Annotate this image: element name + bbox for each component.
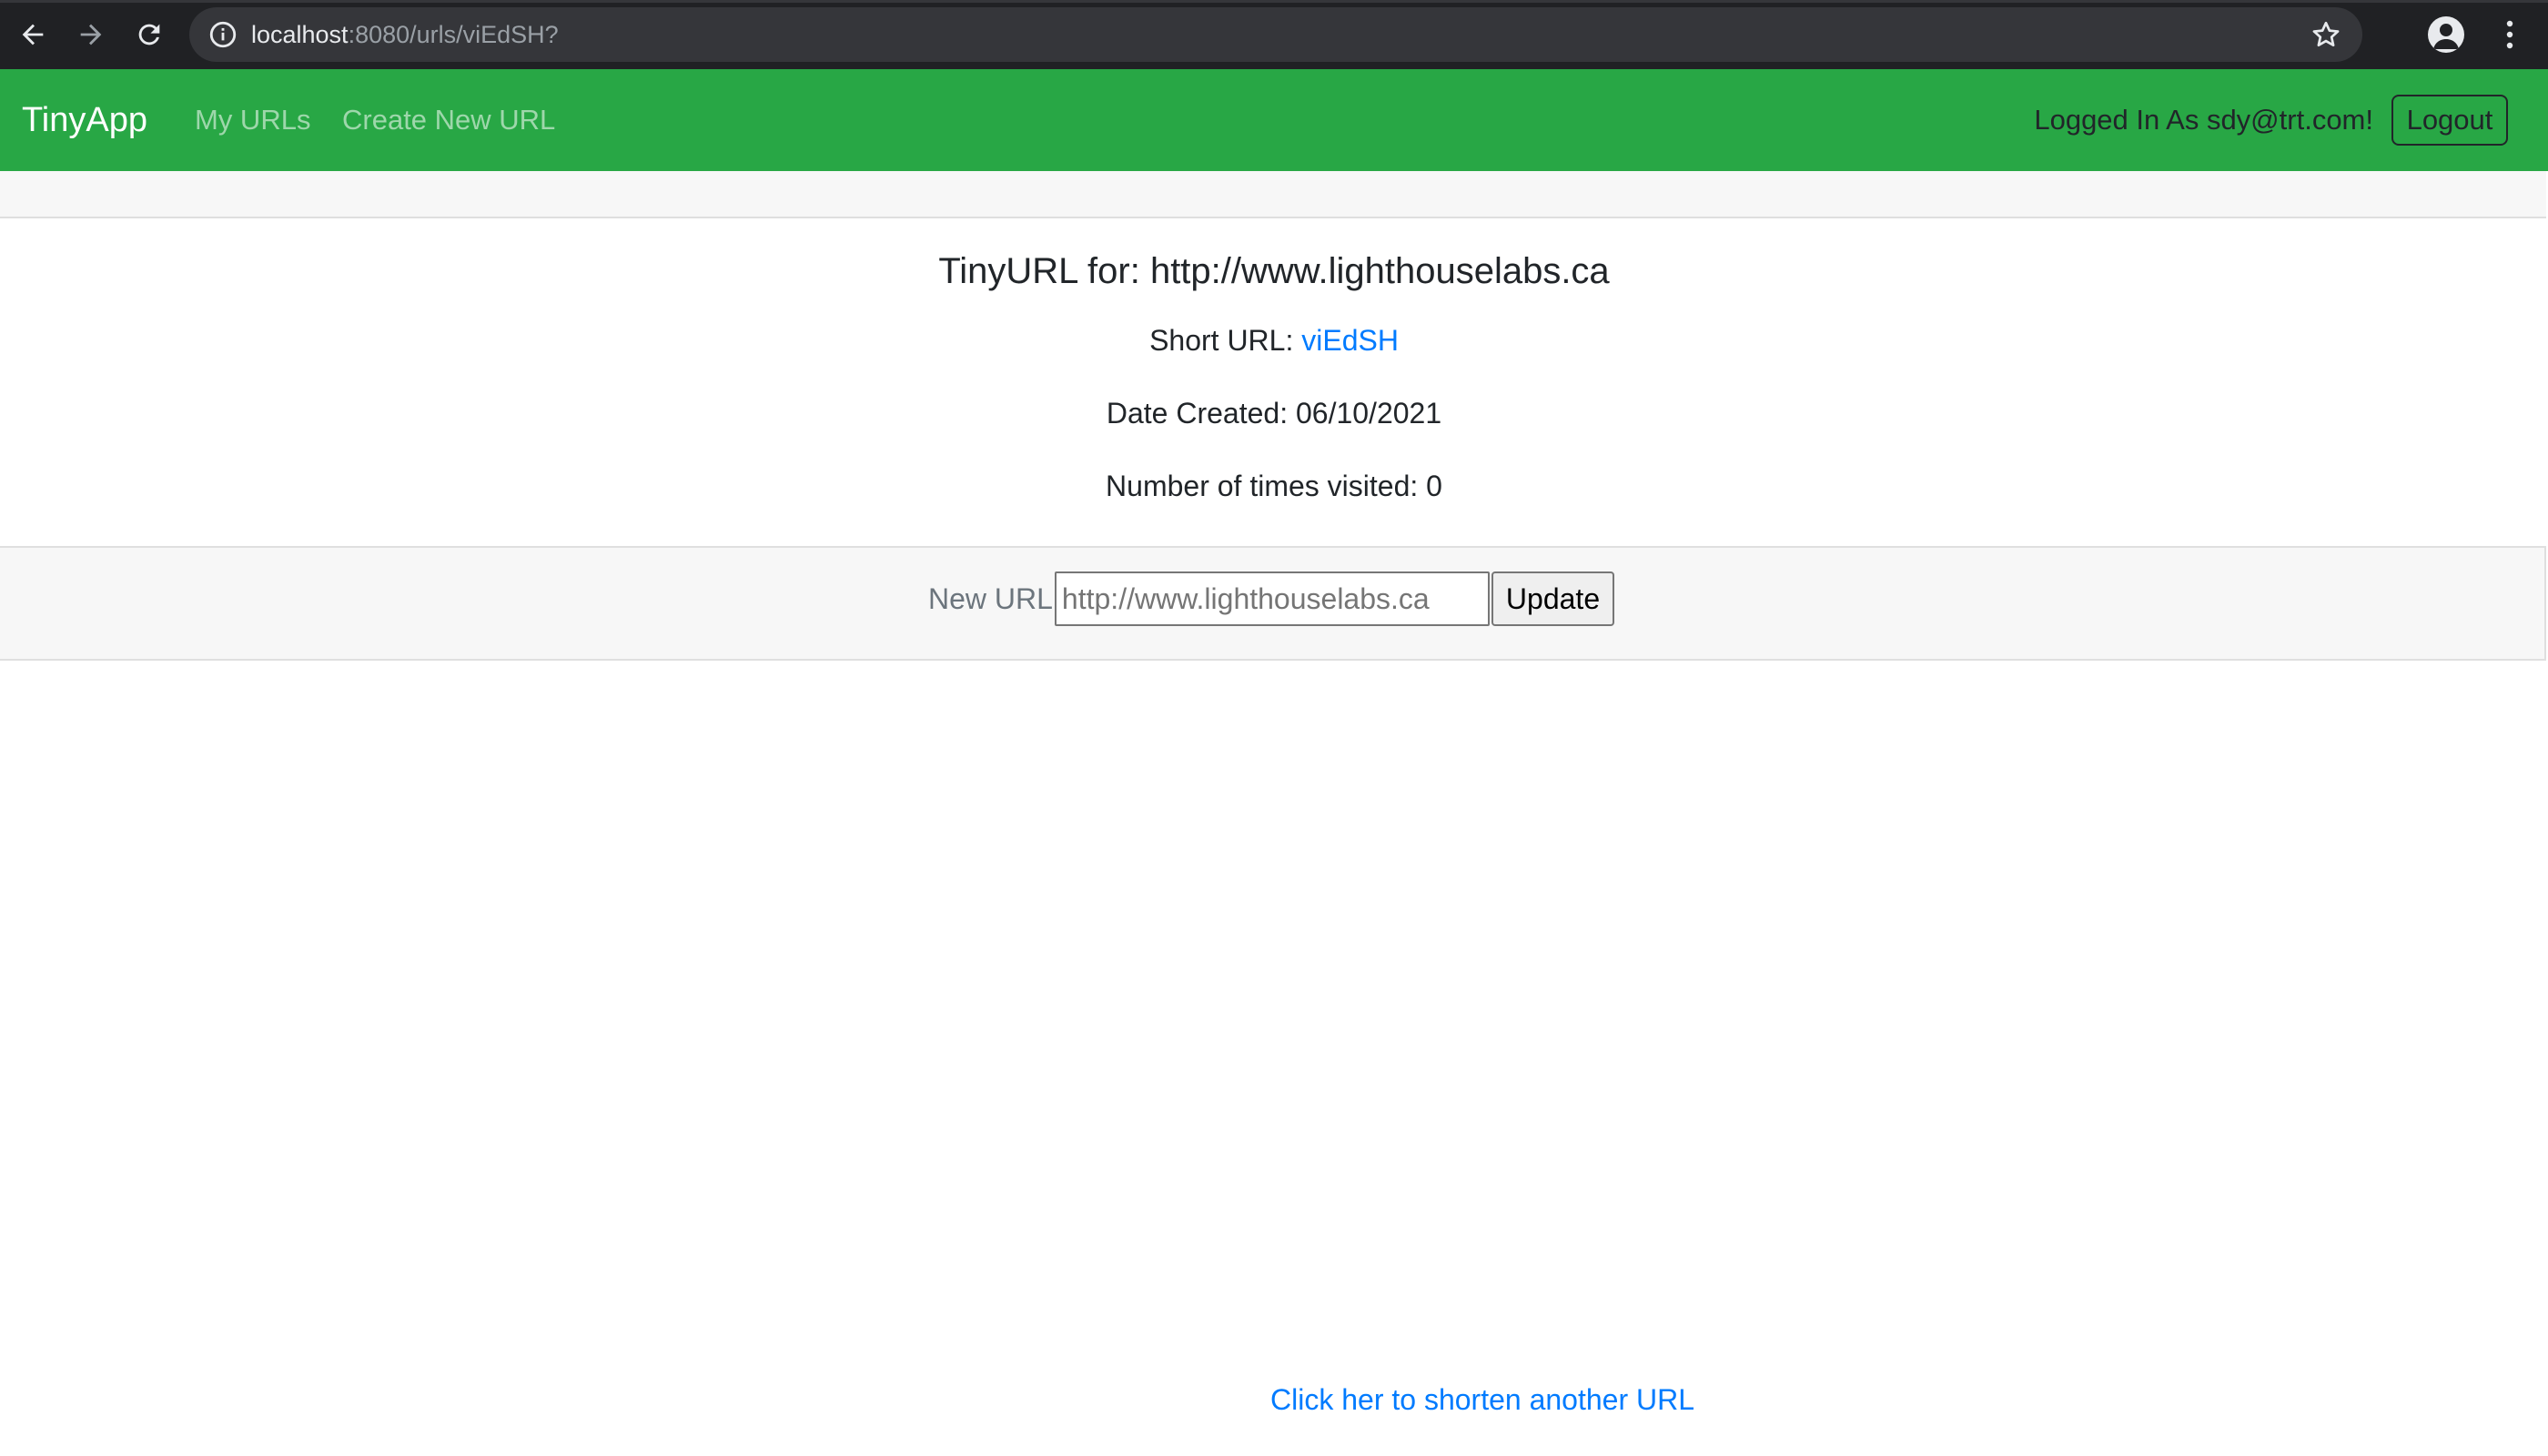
- logged-in-status: Logged In As sdy@trt.com!: [2034, 104, 2373, 136]
- browser-toolbar: localhost:8080/urls/viEdSH?: [0, 0, 2548, 69]
- back-arrow-icon: [22, 24, 44, 46]
- nav-link-my-urls[interactable]: My URLs: [195, 69, 310, 171]
- address-bar[interactable]: localhost:8080/urls/viEdSH?: [189, 7, 2362, 62]
- person-icon: [2433, 24, 2459, 49]
- url-path: :8080/urls/viEdSH?: [348, 21, 559, 48]
- new-url-input[interactable]: [1054, 571, 1490, 626]
- update-button[interactable]: Update: [1491, 571, 1615, 626]
- tab-strip: [0, 0, 2548, 3]
- card-title: TinyURL for: http://www.lighthouselabs.c…: [938, 251, 1610, 291]
- short-url-link[interactable]: viEdSH: [1301, 324, 1399, 357]
- info-icon[interactable]: [207, 19, 238, 50]
- app-navbar: TinyApp My URLs Create New URL Logged In…: [0, 69, 2548, 171]
- profile-avatar-button[interactable]: [2428, 16, 2464, 53]
- address-text[interactable]: localhost:8080/urls/viEdSH?: [251, 7, 559, 62]
- url-host: localhost: [251, 21, 349, 48]
- visit-count: Number of times visited: 0: [1106, 470, 1442, 502]
- short-url-line: Short URL: viEdSH: [0, 324, 2548, 358]
- back-button[interactable]: [11, 13, 55, 56]
- reload-icon: [138, 24, 160, 46]
- update-url-form: New URL Update: [928, 571, 1615, 626]
- bookmark-star-icon[interactable]: [2310, 18, 2342, 51]
- update-form-footer: New URL Update: [0, 546, 2546, 661]
- nav-link-create-new-url[interactable]: Create New URL: [342, 69, 555, 171]
- forward-arrow-icon: [80, 24, 102, 46]
- shorten-another-url-link[interactable]: Click her to shorten another URL: [1270, 1383, 1694, 1417]
- forward-button[interactable]: [69, 13, 113, 56]
- card-header: [0, 171, 2546, 218]
- date-created: Date Created: 06/10/2021: [1106, 397, 1442, 430]
- kebab-menu-icon: [2506, 20, 2513, 49]
- reload-button[interactable]: [127, 13, 171, 56]
- url-details-card: TinyURL for: http://www.lighthouselabs.c…: [0, 218, 2548, 546]
- brand-link[interactable]: TinyApp: [22, 69, 147, 171]
- new-url-label: New URL: [928, 581, 1053, 615]
- short-url-label: Short URL:: [1149, 324, 1294, 357]
- browser-menu-button[interactable]: [2495, 15, 2524, 55]
- logout-button[interactable]: Logout: [2391, 95, 2508, 146]
